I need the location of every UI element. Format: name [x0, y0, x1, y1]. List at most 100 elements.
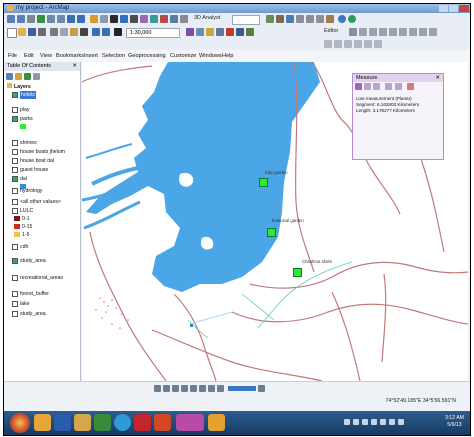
maximize-button[interactable] [449, 5, 458, 12]
fixed-zoom-in-icon[interactable] [47, 15, 55, 23]
layer-visibility-checkbox[interactable] [12, 92, 18, 98]
create-features-icon[interactable] [429, 28, 437, 36]
taskbar-search-icon[interactable] [34, 414, 51, 431]
toc-layer-item[interactable]: hydrology [4, 187, 80, 195]
list-by-visibility-icon[interactable] [24, 73, 31, 80]
select-features-icon[interactable] [90, 15, 98, 23]
toc-layer-item[interactable]: recreational_areas [4, 274, 80, 282]
html-popup-icon[interactable] [160, 15, 168, 23]
clear-selection-icon[interactable] [100, 15, 108, 23]
tray-icon-4[interactable] [371, 419, 377, 425]
layer-visibility-checkbox[interactable] [12, 149, 18, 155]
redo-icon[interactable] [102, 28, 110, 36]
list-by-drawing-order-icon[interactable] [6, 73, 13, 80]
reshape-icon[interactable] [379, 28, 387, 36]
toc-layer-item[interactable]: forest_buffer [4, 290, 80, 298]
toc-layer-item[interactable]: <all other values> [4, 198, 80, 206]
data-view-icon[interactable] [154, 385, 161, 392]
measure-close-icon[interactable]: ✕ [435, 74, 440, 82]
undo-icon[interactable] [92, 28, 100, 36]
layer-visibility-checkbox[interactable] [12, 188, 18, 194]
measure-feature-icon[interactable] [373, 83, 380, 90]
pan-icon[interactable] [27, 15, 35, 23]
measure-icon[interactable] [140, 15, 148, 23]
save-icon[interactable] [28, 28, 36, 36]
trace-icon[interactable] [369, 28, 377, 36]
taskbar-arcmap-icon[interactable] [176, 414, 204, 431]
park-chashma-shahi[interactable] [293, 268, 302, 277]
layer-visibility-checkbox[interactable] [12, 140, 18, 146]
layer-visibility-checkbox[interactable] [12, 208, 18, 214]
layer-visibility-checkbox[interactable] [12, 199, 18, 205]
measure-line-icon[interactable] [355, 83, 362, 90]
toc-layer-item[interactable]: study_area [4, 310, 80, 318]
toc-layer-item[interactable]: house boat dal [4, 157, 80, 165]
fixed-zoom-out-icon[interactable] [57, 15, 65, 23]
scroll-left-icon[interactable] [208, 385, 215, 392]
list-by-source-icon[interactable] [15, 73, 22, 80]
measure-units-dropdown-icon[interactable] [395, 83, 402, 90]
rotate-icon[interactable] [399, 28, 407, 36]
taskbar-word-icon[interactable] [54, 414, 71, 431]
open-icon[interactable] [18, 28, 26, 36]
toc-layer-item[interactable]: study_area [4, 257, 80, 265]
layer-visibility-checkbox[interactable] [12, 244, 18, 250]
hyperlink-icon[interactable] [150, 15, 158, 23]
layer-visibility-checkbox[interactable] [12, 116, 18, 122]
identify-icon[interactable] [120, 15, 128, 23]
model-builder-icon[interactable] [246, 28, 254, 36]
map-view[interactable]: tulip garden botanical garden Chashma sh… [82, 62, 468, 381]
menu-file[interactable]: File [8, 50, 17, 62]
straight-segment-icon[interactable] [359, 28, 367, 36]
layer-visibility-checkbox[interactable] [12, 311, 18, 317]
pause-drawing-icon[interactable] [181, 385, 188, 392]
edit-tool-icon[interactable] [349, 28, 357, 36]
toc-layer-item[interactable]: lake [4, 300, 80, 308]
menu-edit[interactable]: Edit [24, 50, 34, 62]
copy-icon[interactable] [60, 28, 68, 36]
toolbar-tool-icon-5[interactable] [364, 40, 372, 48]
close-button[interactable] [459, 5, 469, 12]
toc-layer-item[interactable]: house boats jhelum [4, 148, 80, 156]
taskbar-browser-icon[interactable] [114, 414, 131, 431]
park-tulip-garden[interactable] [259, 178, 268, 187]
layer-visibility-checkbox[interactable] [12, 167, 18, 173]
attributes-icon[interactable] [409, 28, 417, 36]
3d-tool-icon-e[interactable] [306, 15, 314, 23]
menu-insert[interactable]: Insert [84, 50, 98, 62]
arctoolbox-icon[interactable] [226, 28, 234, 36]
layout-view-icon[interactable] [163, 385, 170, 392]
toolbar-tool-icon-6[interactable] [374, 40, 382, 48]
layer-visibility-checkbox[interactable] [12, 158, 18, 164]
zoom-100-icon[interactable] [199, 385, 206, 392]
back-extent-icon[interactable] [67, 15, 75, 23]
toc-layer-item[interactable]: play [4, 106, 80, 114]
editor-menu[interactable]: Editor [324, 28, 338, 34]
zoom-in-icon[interactable] [7, 15, 15, 23]
3d-tool-icon-a[interactable] [266, 15, 274, 23]
catalog-window-icon[interactable] [206, 28, 214, 36]
python-window-icon[interactable] [236, 28, 244, 36]
battery-icon[interactable] [398, 419, 404, 425]
toc-layer-item[interactable]: shrines [4, 139, 80, 147]
taskbar-excel-icon[interactable] [94, 414, 111, 431]
find-icon[interactable] [130, 15, 138, 23]
start-button-icon[interactable] [10, 413, 30, 433]
measure-area-icon[interactable] [364, 83, 371, 90]
split-icon[interactable] [389, 28, 397, 36]
layer-visibility-checkbox[interactable] [12, 107, 18, 113]
tray-icon-3[interactable] [362, 419, 368, 425]
refresh-icon[interactable] [172, 385, 179, 392]
layers-group[interactable]: Layers [7, 83, 31, 91]
taskbar-arccatalog-icon[interactable] [208, 414, 225, 431]
horizontal-scrollbar[interactable] [228, 386, 256, 391]
add-data-icon[interactable] [114, 28, 122, 36]
layer-visibility-checkbox[interactable] [12, 275, 18, 281]
layer-visibility-checkbox[interactable] [12, 301, 18, 307]
zoom-out-icon[interactable] [17, 15, 25, 23]
menu-geoprocessing[interactable]: Geoprocessing [128, 50, 166, 62]
toc-close-icon[interactable]: ✕ [72, 62, 77, 71]
minimize-button[interactable] [439, 5, 448, 12]
layer-visibility-checkbox[interactable] [12, 291, 18, 297]
print-icon[interactable] [38, 28, 46, 36]
